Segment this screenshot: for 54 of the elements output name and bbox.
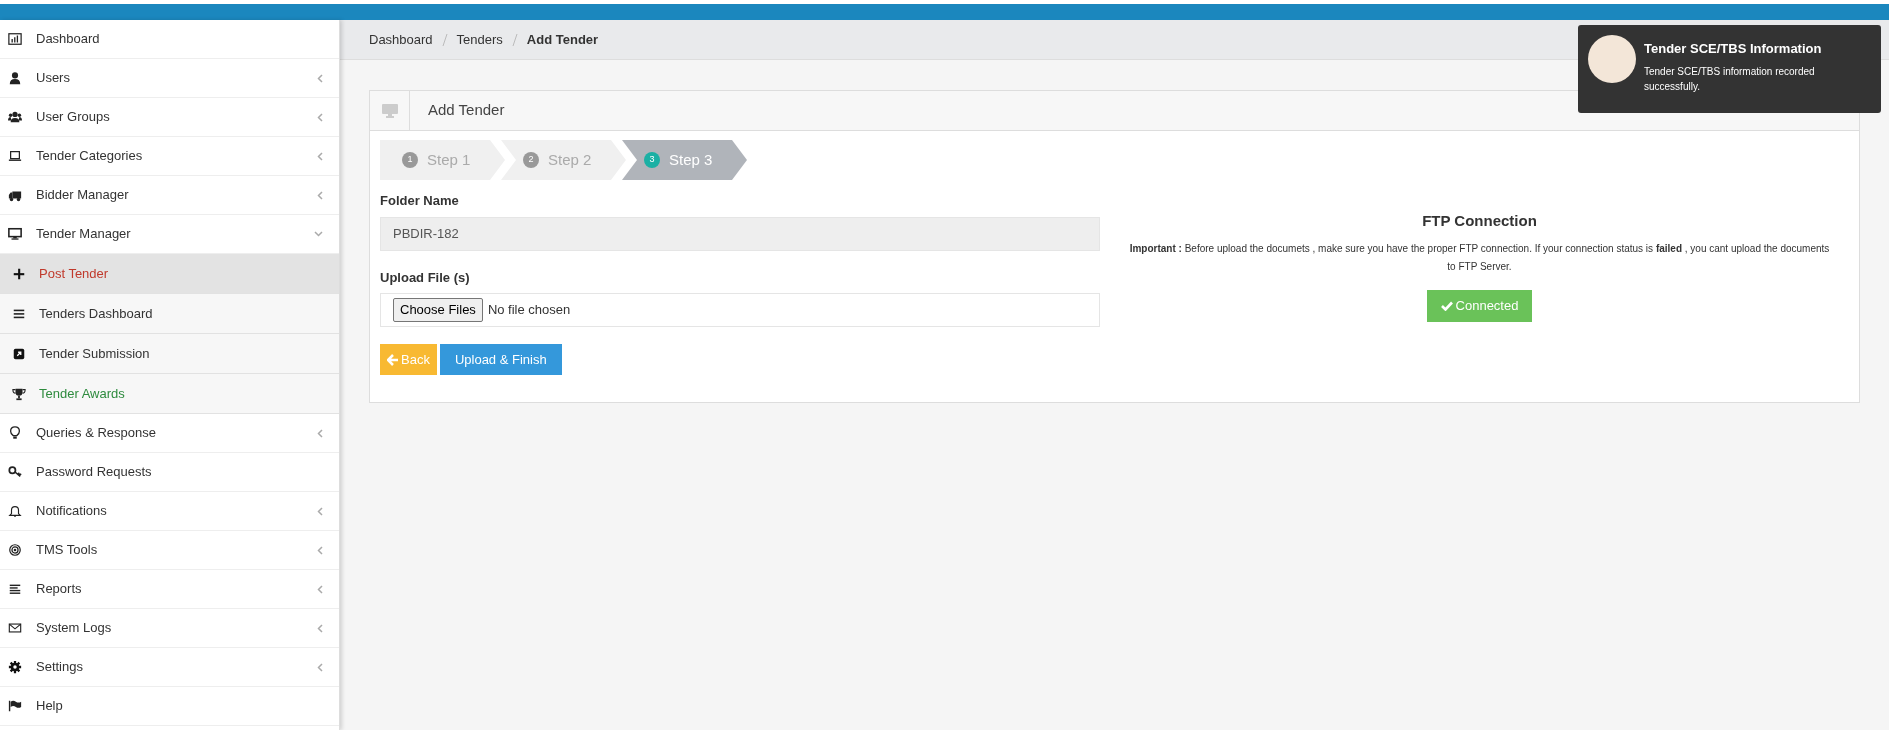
text-lines-icon	[8, 582, 22, 596]
sidebar-item[interactable]: Tender Categories	[0, 137, 339, 176]
submenu-item[interactable]: Post Tender	[0, 254, 339, 294]
target-icon	[8, 543, 22, 557]
sidebar-item[interactable]: Help	[0, 687, 339, 726]
monitor-icon	[8, 227, 22, 241]
sidebar-item[interactable]: Password Requests	[0, 453, 339, 492]
ftp-note: Important : Before upload the documets , make sure you have the proper FTP connection. If your connection status is failed , you cant upload the documents to FTP Server.	[1129, 241, 1830, 274]
submenu-item[interactable]: Tender Submission	[0, 334, 339, 374]
flag-icon	[8, 699, 22, 713]
sidebar-item[interactable]: Dashboard	[0, 20, 339, 59]
connection-status-badge: Connected	[1426, 289, 1533, 322]
monitor-icon	[381, 103, 398, 118]
key-icon	[8, 465, 22, 479]
file-input[interactable]: Choose Files No file chosen	[380, 293, 1100, 327]
panel-title: Add Tender	[428, 100, 505, 121]
upload-file-label: Upload File (s)	[380, 268, 471, 287]
users-icon	[8, 110, 22, 124]
sidebar-item[interactable]: Queries & Response	[0, 414, 339, 453]
sidebar-item[interactable]: Reports	[0, 570, 339, 609]
choose-files-button[interactable]: Choose Files	[393, 298, 483, 322]
envelope-icon	[8, 621, 22, 635]
lightbulb-icon	[8, 426, 22, 440]
settings-icon	[8, 660, 22, 674]
breadcrumb-current: Add Tender	[526, 30, 599, 49]
user-icon	[8, 71, 22, 85]
sidebar-item[interactable]: User Groups	[0, 98, 339, 137]
plus-icon	[12, 266, 26, 281]
breadcrumb-separator	[441, 33, 448, 46]
bar-chart-icon	[8, 32, 22, 46]
submenu-item[interactable]: Tender Awards	[0, 374, 339, 414]
breadcrumb-link[interactable]: Tenders	[456, 29, 503, 50]
sidebar-item[interactable]: Settings	[0, 648, 339, 687]
sidebar-item[interactable]: Notifications	[0, 492, 339, 531]
breadcrumb-link[interactable]: Dashboard	[369, 29, 433, 50]
toast-title: Tender SCE/TBS Information	[1644, 40, 1823, 58]
folder-name-field[interactable]: PBDIR-182	[380, 216, 1100, 251]
check-icon	[1440, 300, 1453, 311]
laptop-icon	[8, 149, 22, 163]
sidebar-item[interactable]: TMS Tools	[0, 531, 339, 570]
avatar-icon	[1588, 35, 1636, 83]
toast-message: Tender SCE/TBS information recorded successfully.	[1644, 64, 1816, 94]
breadcrumb-separator	[511, 33, 518, 46]
ftp-connection-heading: FTP Connection	[1422, 211, 1537, 231]
sidebar-item[interactable]: Users	[0, 59, 339, 98]
submenu-item[interactable]: Tenders Dashboard	[0, 294, 339, 334]
trophy-icon	[12, 386, 26, 401]
folder-name-label: Folder Name	[380, 192, 460, 210]
sidebar-item[interactable]: Bidder Manager	[0, 176, 339, 215]
external-link-icon	[12, 346, 26, 361]
arrow-left-icon	[387, 353, 399, 366]
bell-icon	[8, 504, 22, 518]
file-status: No file chosen	[487, 301, 571, 320]
sidebar-item[interactable]: System Logs	[0, 609, 339, 648]
